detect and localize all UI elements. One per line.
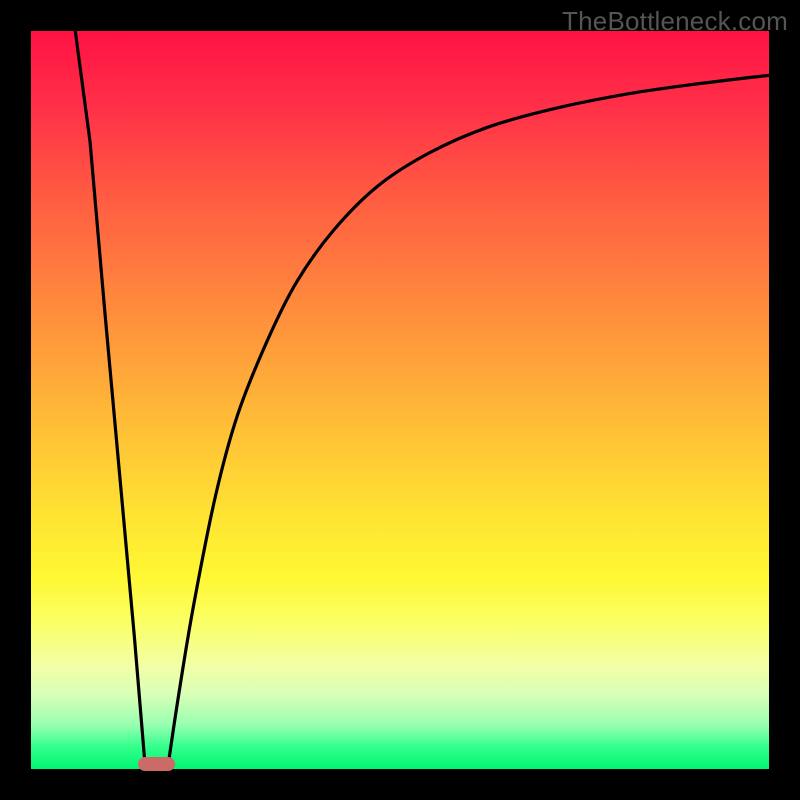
bottleneck-curve-left — [75, 31, 145, 769]
bottleneck-curve-right — [168, 75, 769, 769]
plot-area — [31, 31, 769, 769]
curve-layer — [31, 31, 769, 769]
optimal-marker — [138, 757, 175, 771]
chart-frame: TheBottleneck.com — [0, 0, 800, 800]
